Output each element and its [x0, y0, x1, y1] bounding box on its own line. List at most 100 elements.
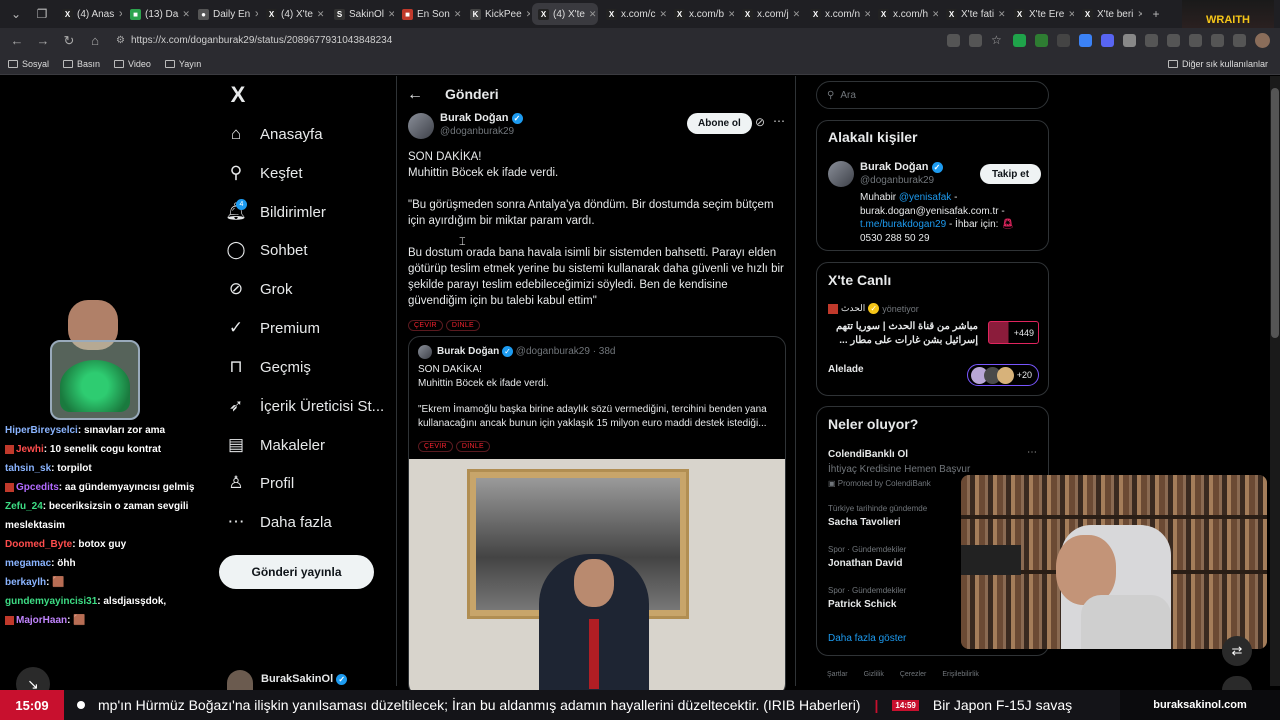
nav-item-10[interactable]: ♙ Profil: [226, 465, 294, 501]
tab-groups-icon[interactable]: ❐: [30, 3, 54, 25]
close-icon[interactable]: ✕: [932, 9, 938, 20]
tab-search-icon[interactable]: ⌄: [4, 3, 28, 25]
subscribe-button[interactable]: Abone ol: [687, 113, 752, 134]
account-switcher[interactable]: BurakSakinOl ✓: [261, 673, 348, 685]
author-handle[interactable]: @doganburak29: [440, 126, 514, 137]
bio-link[interactable]: t.me/burakdogan29: [860, 219, 946, 230]
browser-tab[interactable]: X X'te beri ✕: [1076, 3, 1142, 25]
reload-icon[interactable]: ↻: [58, 31, 80, 51]
author-name-row[interactable]: Burak Doğan ✓: [440, 112, 523, 124]
browser-tab[interactable]: X (4) X'te ✕: [532, 3, 598, 25]
listen-button[interactable]: DİNLE: [455, 441, 491, 452]
account-avatar[interactable]: [227, 670, 253, 690]
close-icon[interactable]: ✕: [526, 9, 530, 20]
nav-item-8[interactable]: ➶ İçerik Üreticisi St...: [226, 388, 384, 424]
person-name-row[interactable]: Burak Doğan ✓: [860, 161, 943, 173]
grok-icon[interactable]: ⊘: [755, 115, 765, 129]
browser-tab[interactable]: X X'te Ere ✕: [1008, 3, 1074, 25]
chat-username[interactable]: megamac: [5, 558, 51, 569]
close-icon[interactable]: ✕: [793, 9, 801, 20]
chat-username[interactable]: MajorHaan: [16, 615, 67, 626]
extension-icon[interactable]: [1233, 34, 1246, 47]
close-icon[interactable]: ✕: [254, 9, 258, 20]
extension-icon[interactable]: [1189, 34, 1202, 47]
nav-item-11[interactable]: ⋯ Daha fazla: [226, 504, 332, 540]
search-input[interactable]: ⚲ Ara: [816, 81, 1049, 109]
listen-button[interactable]: DİNLE: [445, 320, 481, 331]
other-bookmarks-folder[interactable]: Diğer sık kullanılanlar: [1167, 59, 1268, 69]
back-arrow-icon[interactable]: ←: [407, 86, 423, 104]
extension-icon[interactable]: [1057, 34, 1070, 47]
ad-title[interactable]: ColendiBanklı Ol: [828, 449, 908, 460]
extension-icon[interactable]: [1013, 34, 1026, 47]
browser-tab[interactable]: ■ (13) Da ✕: [124, 3, 190, 25]
show-more-link[interactable]: Daha fazla göster: [828, 633, 906, 644]
author-avatar[interactable]: [408, 113, 434, 139]
chat-username[interactable]: Doomed_Byte: [5, 539, 72, 550]
translate-button[interactable]: ÇEVİR: [418, 441, 453, 452]
extension-icon[interactable]: [1079, 34, 1092, 47]
close-icon[interactable]: ✕: [182, 9, 190, 20]
chat-username[interactable]: Zefu_24: [5, 501, 43, 512]
follow-button[interactable]: Takip et: [980, 164, 1042, 184]
chat-username[interactable]: tahsin_sk: [5, 463, 51, 474]
extension-icon[interactable]: [1167, 34, 1180, 47]
star-icon[interactable]: ☆: [991, 34, 1004, 47]
footer-link[interactable]: Erişilebilirlik: [942, 671, 979, 678]
extension-icon[interactable]: [1035, 34, 1048, 47]
site-info-icon[interactable]: ⚙: [116, 35, 125, 46]
bookmark-folder[interactable]: Basın: [63, 59, 100, 69]
scrollbar-thumb[interactable]: [1271, 88, 1279, 338]
extension-icon[interactable]: [1123, 34, 1136, 47]
url-field[interactable]: ⚙ https://x.com/doganburak29/status/2089…: [110, 31, 810, 51]
trend-name[interactable]: Patrick Schick: [828, 599, 896, 610]
x-logo[interactable]: X: [226, 82, 250, 107]
nav-item-9[interactable]: ▤ Makaleler: [226, 427, 325, 463]
bookmark-folder[interactable]: Sosyal: [8, 59, 49, 69]
close-icon[interactable]: ✕: [454, 9, 462, 20]
post-video[interactable]: [409, 459, 785, 695]
trend-name[interactable]: Sacha Tavolieri: [828, 517, 901, 528]
more-icon[interactable]: ⋯: [773, 114, 785, 128]
nav-item-4[interactable]: ◯ Sohbet: [226, 232, 307, 268]
chat-username[interactable]: berkaylh: [5, 577, 46, 588]
close-icon[interactable]: ✕: [388, 9, 394, 20]
close-icon[interactable]: ✕: [1137, 9, 1142, 20]
close-icon[interactable]: ✕: [1068, 9, 1074, 20]
nav-item-5[interactable]: ⊘ Grok: [226, 271, 293, 307]
profile-avatar-icon[interactable]: [1255, 33, 1270, 48]
bookmark-folder[interactable]: Video: [114, 59, 151, 69]
close-icon[interactable]: ✕: [728, 9, 734, 20]
close-icon[interactable]: ✕: [589, 9, 597, 20]
live-host-row[interactable]: الحدث ✓ yönetiyor: [828, 303, 919, 314]
footer-link[interactable]: Gizlilik: [864, 671, 884, 678]
close-icon[interactable]: ✕: [998, 9, 1006, 20]
person-avatar[interactable]: [828, 161, 854, 187]
bio-link[interactable]: @yenisafak: [899, 192, 951, 203]
browser-tab[interactable]: ■ En Son ✕: [396, 3, 462, 25]
new-tab-button[interactable]: +: [1144, 3, 1168, 25]
chat-username[interactable]: Jewhi: [16, 444, 44, 455]
footer-link[interactable]: Şartlar: [827, 671, 848, 678]
nav-item-1[interactable]: ⌂ Anasayfa: [226, 116, 323, 152]
browser-tab[interactable]: Xx.com/n ✕: [804, 3, 870, 25]
footer-link[interactable]: Çerezler: [900, 671, 926, 678]
forward-icon[interactable]: →: [32, 31, 54, 51]
home-browser-icon[interactable]: ⌂: [84, 31, 106, 51]
close-icon[interactable]: ✕: [118, 9, 122, 20]
bookmark-folder[interactable]: Yayın: [164, 59, 201, 69]
live-space-title[interactable]: Alelade: [828, 364, 864, 375]
extension-icon[interactable]: [1101, 34, 1114, 47]
trend-name[interactable]: Jonathan David: [828, 558, 902, 569]
browser-tab[interactable]: X X'te fati ✕: [940, 3, 1006, 25]
browser-tab[interactable]: X (4) Anas✕: [56, 3, 122, 25]
share-icon[interactable]: ⇄: [1222, 636, 1252, 666]
browser-tab[interactable]: Xx.com/c ✕: [600, 3, 666, 25]
close-icon[interactable]: ✕: [659, 9, 666, 20]
more-icon[interactable]: ⋯: [1027, 447, 1037, 458]
post-button[interactable]: Gönderi yayınla: [219, 555, 374, 589]
nav-item-6[interactable]: ✓ Premium: [226, 310, 320, 346]
nav-item-2[interactable]: ⚲ Keşfet: [226, 155, 303, 191]
live-title[interactable]: مباشر من قناة الحدث | سوريا تتهم إسرائيل…: [828, 320, 978, 348]
close-icon[interactable]: ✕: [864, 9, 870, 20]
